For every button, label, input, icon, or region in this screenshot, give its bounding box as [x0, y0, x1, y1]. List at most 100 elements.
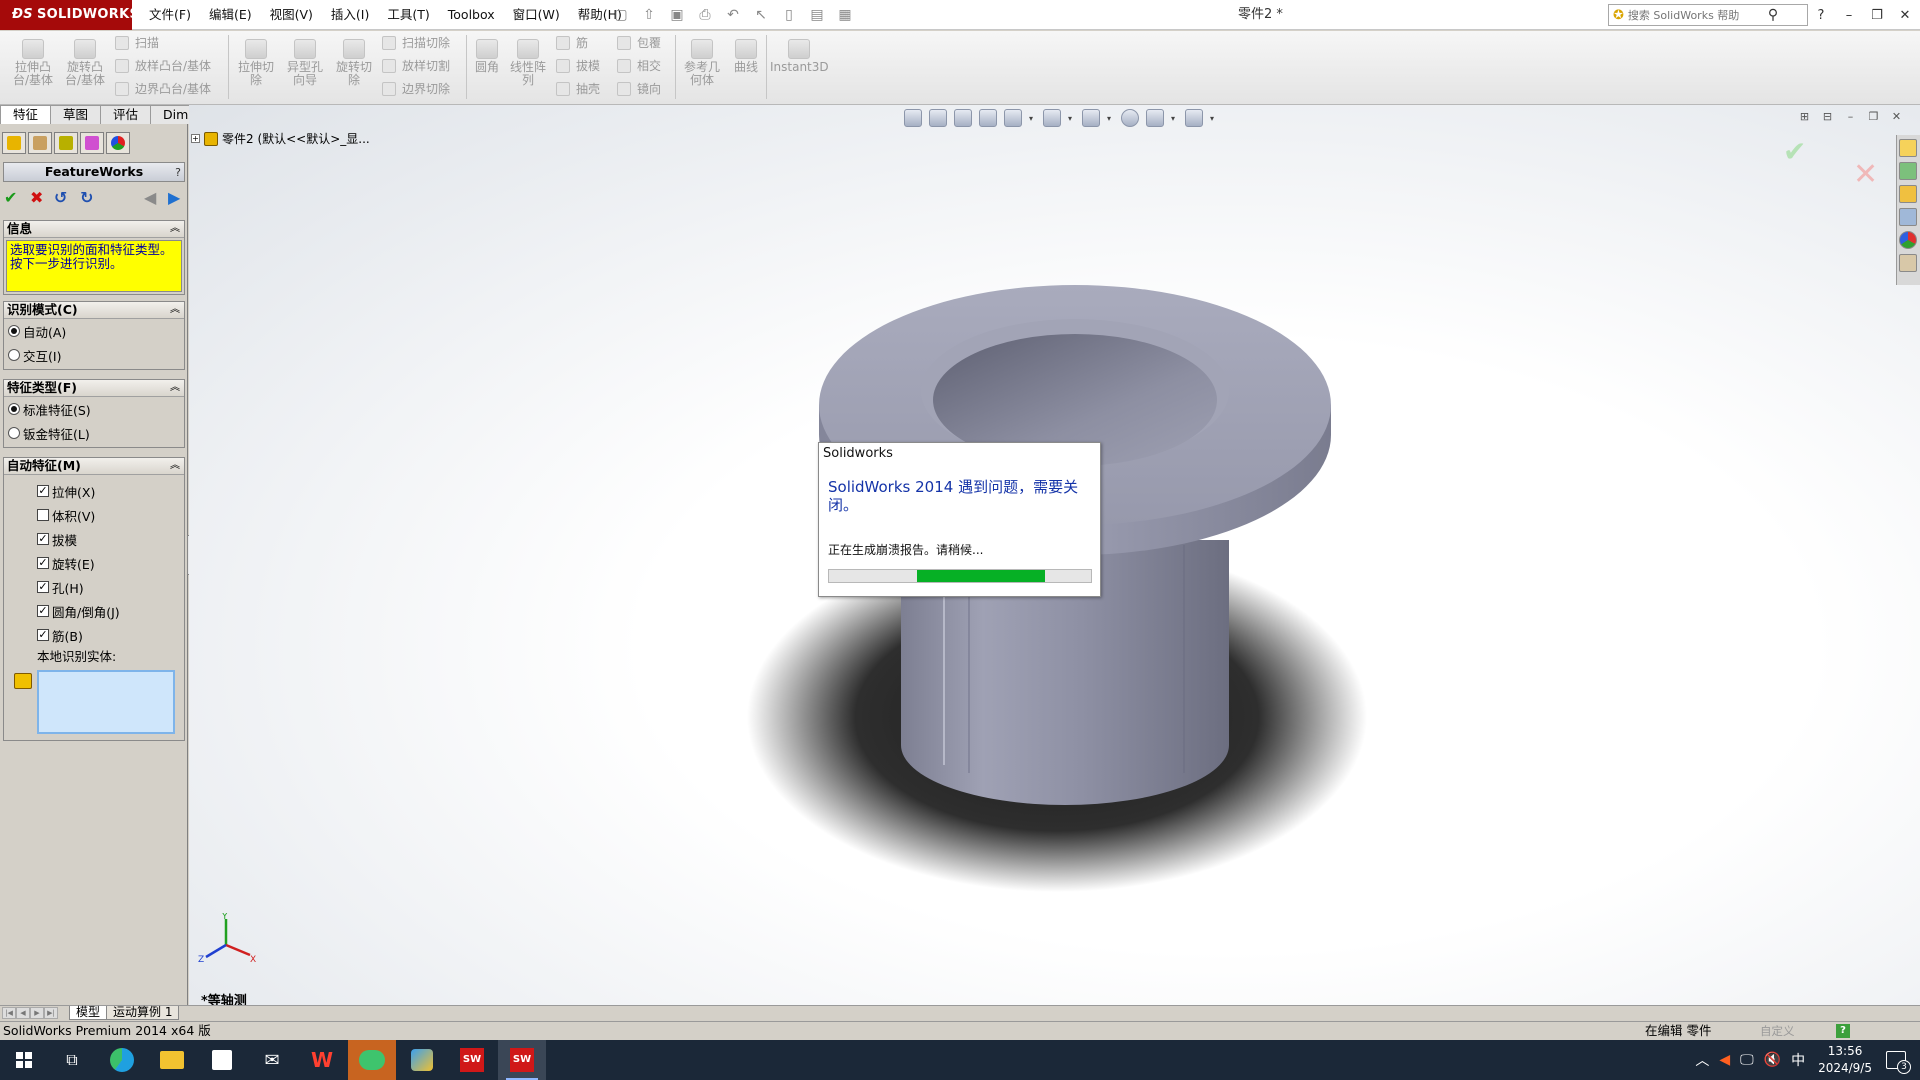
sweep-cut-button[interactable]: 扫描切除	[382, 34, 450, 51]
checkbox-rib[interactable]: ✓ 筋(B)	[4, 623, 184, 647]
redo-arrow-icon[interactable]: ↻	[80, 188, 93, 207]
checkbox-revolve[interactable]: ✓ 旋转(E)	[4, 551, 184, 575]
radio-standard-features[interactable]: 标准特征(S)	[4, 397, 184, 421]
prev-tab-icon[interactable]: ◀	[16, 1007, 30, 1019]
mail-button[interactable]: ✉	[248, 1040, 296, 1080]
start-button[interactable]	[0, 1040, 48, 1080]
wrap-button[interactable]: 包覆	[617, 34, 661, 51]
file-explorer-button[interactable]	[148, 1040, 196, 1080]
radio-auto[interactable]: 自动(A)	[4, 319, 184, 343]
minimize-icon[interactable]: –	[1840, 8, 1858, 23]
next-page-icon[interactable]: ▶	[168, 188, 180, 207]
store-button[interactable]	[198, 1040, 246, 1080]
app-button[interactable]	[398, 1040, 446, 1080]
ok-check-icon[interactable]: ✔	[4, 188, 17, 207]
info-group-header[interactable]: 信息 ︽	[4, 221, 184, 238]
task-view-button[interactable]: ⧉	[48, 1040, 96, 1080]
menu-item[interactable]: Toolbox	[439, 0, 504, 30]
extrude-boss-button[interactable]: 拉伸凸 台/基体	[8, 39, 58, 87]
boundary-cut-button[interactable]: 边界切除	[382, 80, 450, 97]
command-tab[interactable]: 特征	[0, 105, 52, 124]
previous-page-icon[interactable]: ◀	[144, 188, 156, 207]
print-icon[interactable]: ⎙	[694, 5, 716, 25]
checkbox-extrude[interactable]: ✓ 拉伸(X)	[4, 479, 184, 503]
undo-arrow-icon[interactable]: ↺	[54, 188, 67, 207]
instant3d-button[interactable]: Instant3D	[770, 39, 829, 74]
wechat-button[interactable]	[348, 1040, 396, 1080]
checkbox[interactable]	[37, 509, 49, 521]
last-tab-icon[interactable]: ▶|	[44, 1007, 58, 1019]
sweep-button[interactable]: 扫描	[115, 34, 159, 51]
undo-icon[interactable]: ↶	[722, 5, 744, 25]
help-search-box[interactable]: ✪ ⚲	[1608, 4, 1808, 26]
checkbox[interactable]: ✓	[37, 605, 49, 617]
restore-icon[interactable]: ❐	[1868, 8, 1886, 23]
checkbox-fillet-chamfer[interactable]: ✓ 圆角/倒角(J)	[4, 599, 184, 623]
new-document-icon[interactable]: ▢	[610, 5, 632, 25]
radio-button[interactable]	[8, 403, 20, 415]
checkbox[interactable]: ✓	[37, 485, 49, 497]
curves-button[interactable]: 曲线	[728, 39, 764, 74]
open-icon[interactable]: ⇧	[638, 5, 660, 25]
menu-item[interactable]: 文件(F)	[140, 0, 200, 30]
hole-wizard-button[interactable]: 异型孔 向导	[281, 39, 329, 87]
first-tab-icon[interactable]: |◀	[2, 1007, 16, 1019]
volume-muted-icon[interactable]: 🔇	[1764, 1052, 1781, 1068]
checkbox-draft[interactable]: ✓ 拔模	[4, 527, 184, 551]
loft-cut-button[interactable]: 放样切割	[382, 57, 450, 74]
tray-app-icon[interactable]: ◀	[1719, 1052, 1730, 1068]
options-icon[interactable]: ▦	[834, 5, 856, 25]
auto-features-header[interactable]: 自动特征(M) ︽	[4, 458, 184, 475]
checkbox[interactable]: ✓	[37, 533, 49, 545]
show-hidden-icons[interactable]: ︿	[1695, 1050, 1709, 1070]
checkbox-hole[interactable]: ✓ 孔(H)	[4, 575, 184, 599]
rib-button[interactable]: 筋	[556, 34, 588, 51]
mirror-button[interactable]: 镜向	[617, 80, 661, 97]
menu-item[interactable]: 插入(I)	[322, 0, 378, 30]
checkbox[interactable]: ✓	[37, 629, 49, 641]
notification-center-icon[interactable]: 3	[1886, 1051, 1911, 1074]
extrude-cut-button[interactable]: 拉伸切 除	[232, 39, 280, 87]
collapse-chevron-icon[interactable]: ︽	[170, 380, 180, 396]
collapse-chevron-icon[interactable]: ︽	[170, 221, 180, 237]
rebuild-icon[interactable]: ▯	[778, 5, 800, 25]
save-icon[interactable]: ▣	[666, 5, 688, 25]
loft-boss-button[interactable]: 放样凸台/基体	[115, 57, 211, 74]
wps-button[interactable]: W	[298, 1040, 346, 1080]
network-icon[interactable]: 🖵	[1740, 1052, 1754, 1068]
edge-browser-button[interactable]	[98, 1040, 146, 1080]
menu-item[interactable]: 工具(T)	[378, 0, 438, 30]
status-help-icon[interactable]: ?	[1836, 1024, 1850, 1038]
help-search-input[interactable]	[1627, 8, 1768, 22]
checkbox-volume[interactable]: 体积(V)	[4, 503, 184, 527]
checkbox[interactable]: ✓	[37, 557, 49, 569]
checkbox[interactable]: ✓	[37, 581, 49, 593]
collapse-chevron-icon[interactable]: ︽	[170, 458, 180, 474]
radio-button[interactable]	[8, 427, 20, 439]
radio-button[interactable]	[8, 325, 20, 337]
status-custom-units[interactable]: 自定义	[1760, 1022, 1795, 1040]
linear-pattern-button[interactable]: 线性阵 列	[506, 39, 550, 87]
command-tab[interactable]: 评估	[100, 105, 152, 124]
menu-item[interactable]: 编辑(E)	[200, 0, 261, 30]
help-icon[interactable]: ?	[175, 164, 181, 182]
solidworks-logo[interactable]: ƉS SOLIDWORKS	[0, 0, 139, 30]
file-properties-icon[interactable]: ▤	[806, 5, 828, 25]
tab-model[interactable]: 模型	[69, 1006, 108, 1020]
fillet-button[interactable]: 圆角	[470, 39, 504, 74]
draft-button[interactable]: 拔模	[556, 57, 600, 74]
menu-item[interactable]: 窗口(W)	[504, 0, 569, 30]
shell-button[interactable]: 抽壳	[556, 80, 600, 97]
command-tab[interactable]: 草图	[50, 105, 102, 124]
solidworks-taskbar-button[interactable]: SW	[448, 1040, 496, 1080]
help-menu-icon[interactable]: ?	[1812, 8, 1830, 23]
tab-motion-study[interactable]: 运动算例 1	[106, 1006, 180, 1020]
solidworks-active-taskbar-button[interactable]: SW	[498, 1040, 546, 1080]
ime-indicator[interactable]: 中	[1791, 1050, 1805, 1070]
property-manager-tab[interactable]	[28, 132, 52, 154]
radio-button[interactable]	[8, 349, 20, 361]
dimxpert-manager-tab[interactable]	[80, 132, 104, 154]
search-icon[interactable]: ⚲	[1768, 7, 1778, 23]
cancel-x-icon[interactable]: ✖	[30, 188, 43, 207]
radio-sheetmetal-features[interactable]: 钣金特征(L)	[4, 421, 184, 445]
